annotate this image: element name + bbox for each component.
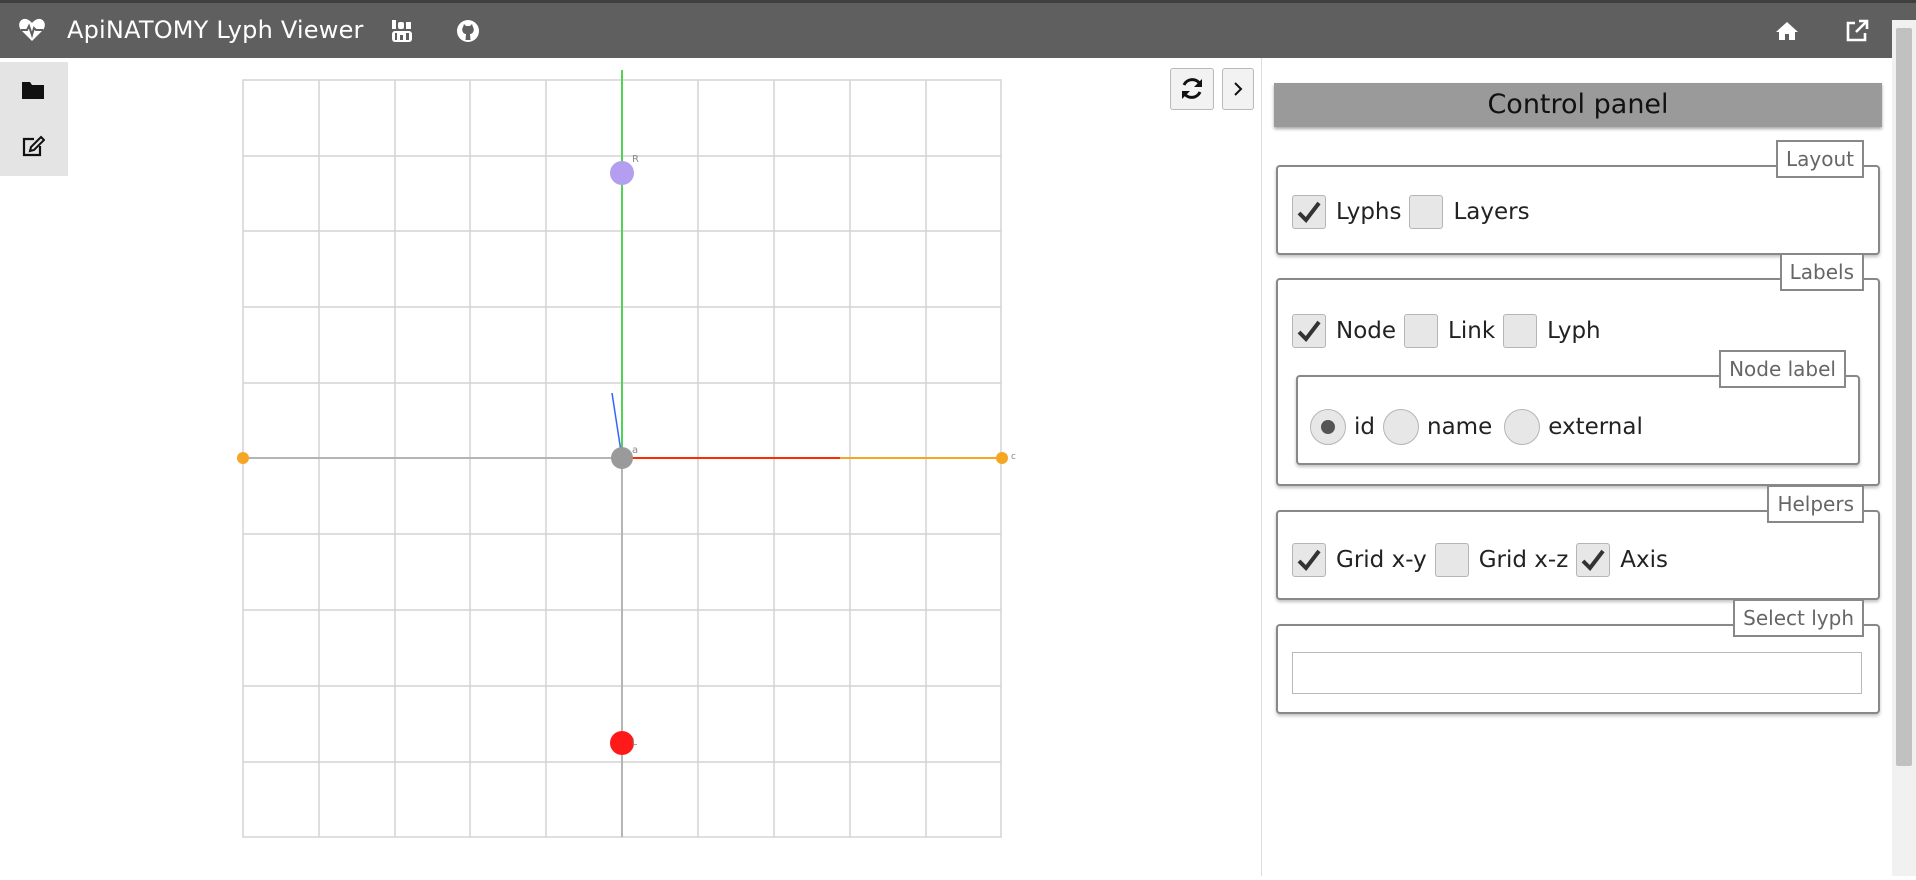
node-label-legend: Node label <box>1719 350 1846 388</box>
app-title: ApiNATOMY Lyph Viewer <box>67 16 364 44</box>
node-label: Node <box>1336 318 1397 344</box>
refresh-button[interactable] <box>1170 68 1214 110</box>
chevron-right-icon <box>1234 82 1243 96</box>
layers-label: Layers <box>1453 199 1530 225</box>
grid-x-z-checkbox[interactable] <box>1434 543 1469 577</box>
node-label-fieldset: Node label id name external <box>1296 350 1860 465</box>
node-r[interactable] <box>610 161 634 185</box>
lyph-label: Lyph <box>1547 318 1601 344</box>
node-l-label: L <box>632 738 637 748</box>
refresh-icon <box>1182 78 1202 99</box>
node-a-label: a <box>632 445 638 456</box>
helpers-legend: Helpers <box>1767 485 1864 523</box>
select-lyph-fieldset: Select lyph <box>1276 599 1880 714</box>
grid-x-z-label: Grid x-z <box>1478 547 1569 573</box>
grid-x-y-label: Grid x-y <box>1336 547 1427 573</box>
labels-options: Node Link Lyph <box>1292 314 1609 348</box>
page-scrollbar[interactable] <box>1892 20 1916 876</box>
lyphs-checkbox[interactable] <box>1292 195 1326 229</box>
toggle-panel-button[interactable] <box>1222 68 1254 110</box>
layout-legend: Layout <box>1776 140 1864 178</box>
github-icon[interactable] <box>455 18 481 44</box>
node-checkbox[interactable] <box>1292 314 1326 348</box>
control-panel: Control panel Layout Lyphs Layers Labels… <box>1262 58 1892 876</box>
home-icon[interactable] <box>1774 18 1800 44</box>
control-panel-title: Control panel <box>1274 83 1882 127</box>
lyph-checkbox[interactable] <box>1503 314 1538 348</box>
lyphs-label: Lyphs <box>1336 199 1402 225</box>
radio-selected-dot <box>1321 420 1335 434</box>
helpers-fieldset: Helpers Grid x-y Grid x-z Axis <box>1276 485 1880 600</box>
scrollbar-thumb[interactable] <box>1896 28 1912 766</box>
link-checkbox[interactable] <box>1404 314 1439 348</box>
graph-canvas[interactable]: R a c L <box>0 58 1262 876</box>
checkmark-icon <box>1297 201 1321 224</box>
external-radio[interactable] <box>1504 409 1541 445</box>
name-radio[interactable] <box>1383 409 1419 445</box>
node-l[interactable] <box>610 731 634 755</box>
grid-x-y-checkbox[interactable] <box>1292 543 1326 577</box>
external-link-icon[interactable] <box>1844 18 1870 44</box>
id-radio[interactable] <box>1310 409 1346 445</box>
app-header: ApiNATOMY Lyph Viewer <box>0 0 1916 58</box>
heartbeat-icon <box>19 18 45 41</box>
id-label: id <box>1354 414 1375 440</box>
graph-viewer[interactable]: R a c L <box>0 58 1262 876</box>
node-r-label: R <box>632 154 639 165</box>
node-c-label: c <box>1011 452 1016 462</box>
labels-legend: Labels <box>1779 253 1864 291</box>
axis-checkbox[interactable] <box>1576 543 1611 577</box>
axis-label: Axis <box>1620 547 1668 573</box>
layout-fieldset: Layout Lyphs Layers <box>1276 140 1880 255</box>
helpers-options: Grid x-y Grid x-z Axis <box>1292 543 1676 577</box>
labels-fieldset: Labels Node Link Lyph Node label id name… <box>1276 253 1880 486</box>
select-lyph-legend: Select lyph <box>1733 599 1864 637</box>
checkmark-icon <box>1581 549 1605 572</box>
layers-checkbox[interactable] <box>1409 195 1444 229</box>
checkmark-icon <box>1297 320 1321 343</box>
node-a[interactable] <box>611 447 633 469</box>
link-label: Link <box>1448 318 1496 344</box>
youtube-icon[interactable] <box>389 18 415 44</box>
node-left-end[interactable] <box>237 452 249 464</box>
name-label: name <box>1427 414 1493 440</box>
layout-options: Lyphs Layers <box>1292 195 1538 229</box>
external-label: external <box>1548 414 1643 440</box>
node-label-options: id name external <box>1310 409 1651 445</box>
checkmark-icon <box>1297 549 1321 572</box>
node-c[interactable] <box>996 452 1008 464</box>
select-lyph-input[interactable] <box>1292 652 1862 694</box>
